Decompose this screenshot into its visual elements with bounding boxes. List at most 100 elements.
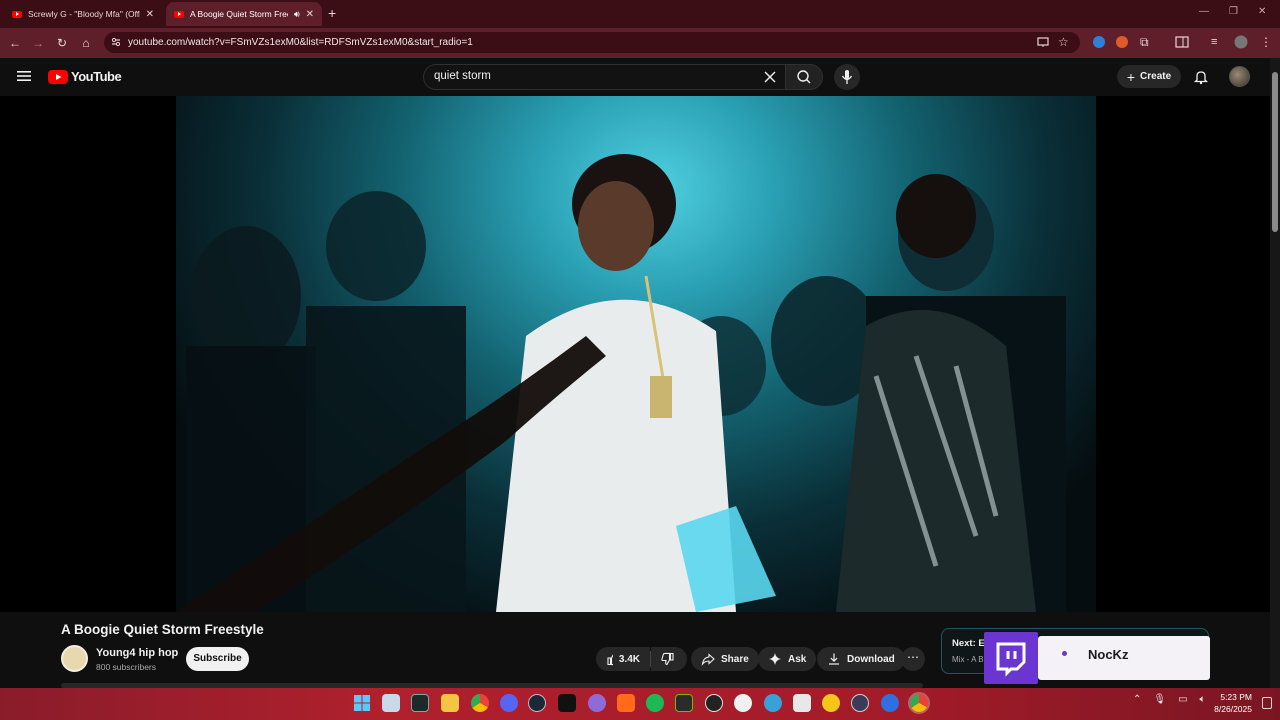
video-frame[interactable] [176,96,1096,612]
steam-icon[interactable] [528,694,546,712]
gallery-app-icon[interactable] [382,694,400,712]
media-controls-icon[interactable]: ≡ [1211,35,1225,49]
search-button[interactable] [785,64,823,90]
bookmark-star-icon[interactable]: ☆ [1058,35,1072,49]
subscriber-count: 800 subscribers [96,662,157,672]
app-blue-icon[interactable] [881,694,899,712]
live-dot-icon [1062,651,1067,656]
chrome-active-icon[interactable] [908,692,930,714]
discord-icon[interactable] [500,694,518,712]
scrollbar-thumb[interactable] [1272,72,1278,232]
app-circle-icon[interactable] [705,694,723,712]
youtube-logo[interactable]: YouTube [48,69,122,84]
chrome-icon[interactable] [471,694,489,712]
orange-a-app-icon[interactable] [617,694,635,712]
close-window-icon[interactable]: ✕ [1258,6,1266,17]
file-explorer-icon[interactable] [441,694,459,712]
tray-display-icon[interactable]: ▭ [1178,694,1187,705]
chrome-menu-icon[interactable]: ⋮ [1260,35,1274,49]
windows-taskbar [0,688,1280,720]
extension-orange-icon[interactable] [1115,35,1129,49]
share-button[interactable]: Share [691,647,759,671]
close-tab-icon[interactable]: ✕ [146,9,154,20]
close-tab-icon[interactable]: ✕ [306,9,314,20]
download-label: Download [847,653,895,665]
youtube-play-logo-icon [48,69,68,84]
feather-app-icon[interactable] [588,694,606,712]
home-icon[interactable]: ⌂ [78,35,94,51]
video-scene-image [176,154,1066,612]
new-tab-button[interactable]: + [328,5,336,21]
more-horiz-icon: ⋯ [907,650,919,664]
create-button[interactable]: + Create [1117,65,1181,88]
more-actions-button[interactable]: ⋯ [901,647,925,671]
side-panel-icon[interactable] [1175,35,1189,49]
install-app-icon[interactable] [1036,35,1050,49]
app-c-icon[interactable] [734,694,752,712]
twitch-logo-tile[interactable] [984,632,1038,684]
like-button[interactable]: 3.4K [596,647,650,671]
url-text: youtube.com/watch?v=FSmVZs1exM0&list=RDF… [128,37,473,48]
spotify-icon[interactable] [646,694,664,712]
voice-search-button[interactable] [834,64,860,90]
youtube-favicon-icon [174,10,184,18]
clock-date[interactable]: 8/26/2025 [1210,704,1252,714]
tray-mic-icon[interactable]: 🎙︎ [1153,694,1166,705]
hamburger-menu-icon[interactable] [17,70,31,82]
subscribe-button[interactable]: Subscribe [186,647,249,671]
system-tray[interactable]: ⌃ 🎙︎ ▭ 🔈︎ [1133,694,1206,705]
notification-center-icon[interactable] [1262,697,1272,709]
ask-label: Ask [788,653,807,665]
tray-volume-icon[interactable]: 🔈︎ [1200,694,1206,705]
nvidia-icon[interactable] [675,694,693,712]
share-label: Share [721,653,749,665]
tab-screwly-g[interactable]: Screwly G - "Bloody Mfa" (Offic ✕ [4,2,162,26]
reload-icon[interactable]: ↻ [54,35,70,51]
back-icon[interactable]: ← [7,35,23,51]
app-yellow-icon[interactable] [822,694,840,712]
extension-blue-icon[interactable] [1092,35,1106,49]
youtube-logo-text: YouTube [71,69,122,84]
speaker-icon[interactable]: 🔊︎ [294,9,300,20]
video-title: A Boogie Quiet Storm Freestyle [61,622,264,637]
app-network-icon[interactable] [764,694,782,712]
search-input-value: quiet storm [434,70,491,82]
share-arrow-icon [701,653,715,666]
app-bars-icon[interactable] [851,694,869,712]
download-icon [829,653,839,665]
clock-time[interactable]: 5:23 PM [1218,692,1252,702]
youtube-favicon-icon [12,10,22,18]
clear-search-icon[interactable] [763,70,777,84]
channel-avatar[interactable] [61,645,88,672]
search-icon [797,70,811,84]
minimize-icon[interactable]: — [1199,6,1209,17]
site-info-icon[interactable] [110,36,122,48]
channel-name[interactable]: Young4 hip hop [96,647,178,659]
tab-title: Screwly G - "Bloody Mfa" (Offic [28,9,140,19]
dislike-button[interactable] [651,647,687,671]
app-iv-icon[interactable] [793,694,811,712]
extensions-puzzle-icon[interactable]: ⧉ [1140,35,1154,49]
twitch-icon [996,642,1026,677]
create-label: Create [1140,71,1172,82]
terminal-app-icon[interactable] [411,694,429,712]
app-dark-icon[interactable] [558,694,576,712]
profile-avatar[interactable] [1234,35,1248,49]
twitch-streamer-name: NocKz [1088,647,1129,662]
download-button[interactable]: Download [817,647,905,671]
notifications-bell-icon[interactable] [1193,69,1209,85]
start-windows-icon[interactable] [353,694,371,712]
tab-title: A Boogie Quiet Storm Free [190,9,288,19]
up-next-subtitle: Mix - A B [952,655,984,664]
tab-a-boogie[interactable]: A Boogie Quiet Storm Free 🔊︎ ✕ [166,2,322,26]
like-count: 3.4K [618,653,640,665]
forward-icon[interactable]: → [30,35,46,51]
account-avatar[interactable] [1229,66,1250,87]
up-next-label: Next: El [952,638,988,649]
ask-button[interactable]: Ask [758,647,817,671]
microphone-icon [841,70,853,84]
thumbs-down-icon [661,652,674,666]
restore-icon[interactable]: ❐ [1229,6,1238,17]
thumbs-up-icon [607,654,613,666]
tray-chevron-icon[interactable]: ⌃ [1133,694,1141,705]
